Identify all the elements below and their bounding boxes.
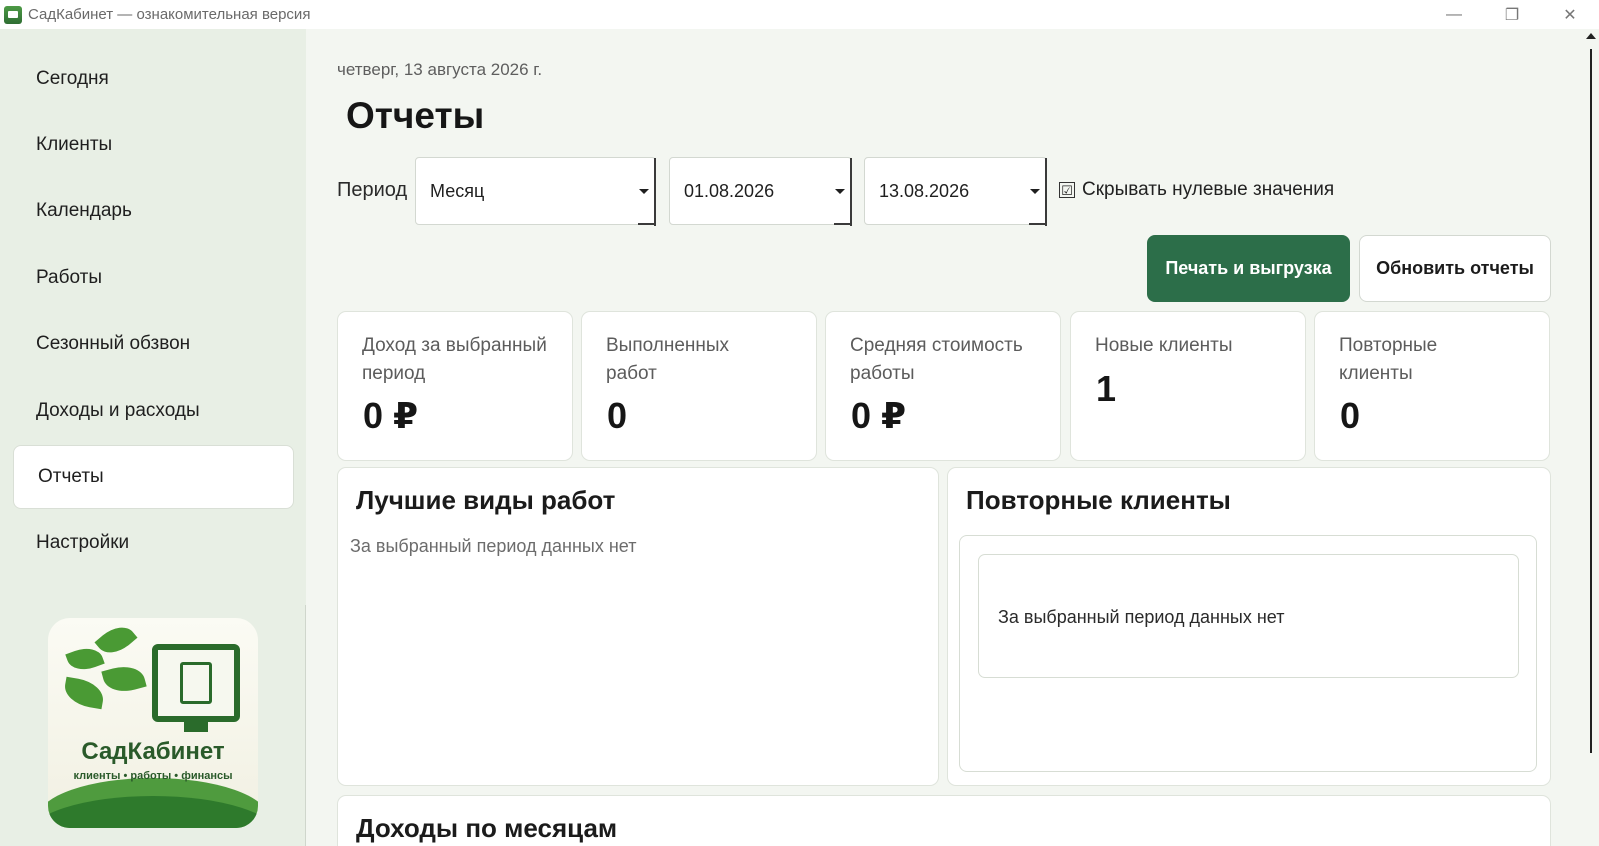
list-item: За выбранный период данных нет <box>978 554 1519 678</box>
scrollbar-thumb[interactable] <box>1584 49 1598 753</box>
select-edge <box>654 158 656 226</box>
window-title: СадКабинет — ознакомительная версия <box>28 6 311 23</box>
window-controls: — ❐ ✕ <box>1425 0 1599 29</box>
select-edge <box>1045 158 1047 226</box>
scroll-up-icon[interactable] <box>1586 33 1596 39</box>
kpi-value: 0 ₽ <box>851 395 907 436</box>
kpi-new-clients: Новые клиенты 1 <box>1070 311 1306 461</box>
sidebar-item-reports[interactable]: Отчеты <box>13 445 294 509</box>
sidebar-item-calendar[interactable]: Календарь <box>13 179 294 243</box>
chevron-down-icon <box>835 189 845 194</box>
best-works-panel: Лучшие виды работ За выбранный период да… <box>337 467 939 786</box>
maximize-button[interactable]: ❐ <box>1483 0 1541 29</box>
sidebar-item-today[interactable]: Сегодня <box>13 47 294 111</box>
select-edge <box>834 223 852 225</box>
checkbox-checked-icon[interactable]: ☑ <box>1059 182 1075 198</box>
kpi-value: 1 <box>1096 368 1117 409</box>
kpi-label: Повторные клиенты <box>1339 335 1438 384</box>
brand-logo: СадКабинет клиенты • работы • финансы <box>48 618 258 828</box>
monitor-stand-icon <box>184 722 208 732</box>
current-date: четверг, 13 августа 2026 г. <box>337 60 543 79</box>
kpi-label: Средняя стоимость работы <box>850 335 1023 384</box>
title-bar: СадКабинет — ознакомительная версия — ❐ … <box>0 0 1599 29</box>
sidebar-item-settings[interactable]: Настройки <box>13 511 294 575</box>
kpi-value: 0 <box>607 395 628 436</box>
select-edge <box>850 158 852 226</box>
chevron-down-icon <box>639 189 649 194</box>
sidebar-item-works[interactable]: Работы <box>13 246 294 310</box>
main-content: четверг, 13 августа 2026 г. Отчеты Перио… <box>306 29 1583 846</box>
panel-title: Лучшие виды работ <box>356 485 616 515</box>
kpi-completed-works: Выполненных работ 0 <box>581 311 817 461</box>
kpi-income: Доход за выбранный период 0 ₽ <box>337 311 573 461</box>
clipboard-icon <box>180 662 212 704</box>
period-select[interactable]: Месяц <box>415 157 656 226</box>
chevron-down-icon <box>1030 189 1040 194</box>
select-edge <box>1029 223 1047 225</box>
period-select-value: Месяц <box>430 180 485 201</box>
leaf-icon <box>62 676 106 710</box>
kpi-label: Новые клиенты <box>1095 335 1233 356</box>
minimize-button[interactable]: — <box>1425 0 1483 29</box>
repeat-clients-panel: Повторные клиенты За выбранный период да… <box>947 467 1551 786</box>
close-button[interactable]: ✕ <box>1541 0 1599 29</box>
kpi-value: 0 ₽ <box>363 395 419 436</box>
sidebar-item-clients[interactable]: Клиенты <box>13 113 294 177</box>
income-by-month-panel: Доходы по месяцам <box>337 795 1551 846</box>
logo-title: СадКабинет <box>81 738 225 765</box>
sidebar-item-income-expenses[interactable]: Доходы и расходы <box>13 379 294 443</box>
select-edge <box>638 223 656 225</box>
kpi-label: Доход за выбранный период <box>362 335 547 384</box>
date-to-select[interactable]: 13.08.2026 <box>864 157 1047 226</box>
leaf-icon <box>101 661 147 697</box>
vertical-scrollbar[interactable] <box>1583 29 1599 846</box>
monitor-icon <box>152 644 240 722</box>
hide-zero-label: Скрывать нулевые значения <box>1082 179 1335 200</box>
date-from-select[interactable]: 01.08.2026 <box>669 157 852 226</box>
period-label: Период <box>337 179 408 201</box>
date-from-value: 01.08.2026 <box>684 180 775 201</box>
logo-subtitle: клиенты • работы • финансы <box>73 770 233 782</box>
kpi-value: 0 <box>1340 395 1361 436</box>
refresh-reports-button[interactable]: Обновить отчеты <box>1359 235 1551 302</box>
date-to-value: 13.08.2026 <box>879 180 970 201</box>
kpi-label: Выполненных работ <box>606 335 730 384</box>
app-logo-icon <box>4 5 22 24</box>
panel-title: Доходы по месяцам <box>356 813 618 843</box>
print-export-button[interactable]: Печать и выгрузка <box>1147 235 1350 302</box>
hide-zero-checkbox[interactable]: ☑ Скрывать нулевые значения <box>1059 179 1334 201</box>
kpi-repeat-clients: Повторные клиенты 0 <box>1314 311 1550 461</box>
kpi-average-cost: Средняя стоимость работы 0 ₽ <box>825 311 1061 461</box>
sidebar: Сегодня Клиенты Календарь Работы Сезонны… <box>0 29 306 846</box>
empty-state-text: За выбранный период данных нет <box>350 536 637 556</box>
empty-state-text: За выбранный период данных нет <box>998 607 1285 627</box>
panel-title: Повторные клиенты <box>966 485 1231 515</box>
sidebar-item-seasonal-calls[interactable]: Сезонный обзвон <box>13 312 294 376</box>
page-title: Отчеты <box>346 95 485 136</box>
repeat-clients-list[interactable]: За выбранный период данных нет <box>959 535 1537 772</box>
